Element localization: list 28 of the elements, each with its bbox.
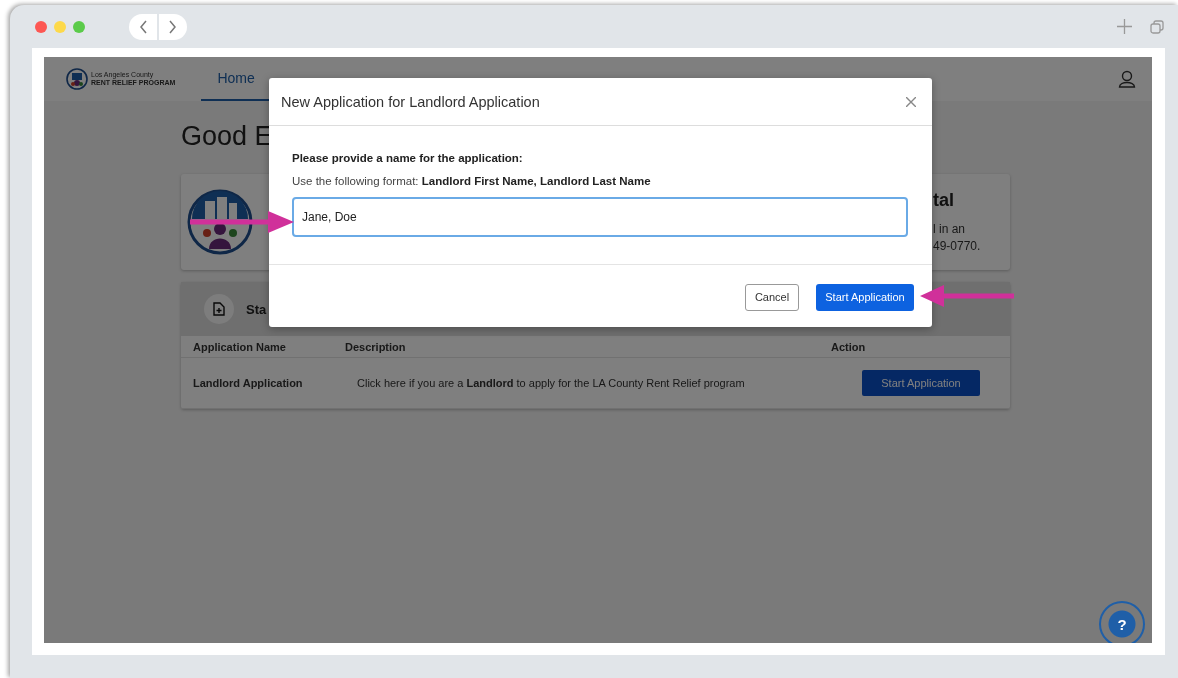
- logo-icon: [66, 68, 88, 90]
- table-cell-text: Landlord Application: [192, 377, 304, 389]
- program-logo-icon: [187, 189, 253, 255]
- plus-icon[interactable]: [1117, 19, 1132, 34]
- start-application-button[interactable]: Start Application: [816, 283, 914, 311]
- close-window-icon[interactable]: [35, 20, 47, 33]
- tabs-icon[interactable]: [1150, 19, 1164, 34]
- back-icon[interactable]: [139, 19, 149, 34]
- card-title: tal: [933, 189, 955, 211]
- column-header: Description: [345, 340, 407, 353]
- forward-icon[interactable]: [167, 19, 177, 34]
- field-label: Please provide a name for the application:: [292, 152, 524, 164]
- application-name-input[interactable]: Jane, Doe: [292, 197, 908, 237]
- card-text: l in an: [933, 220, 967, 238]
- format-hint: Use the following format: Landlord First Name, Landlord Last Name: [292, 175, 652, 187]
- user-icon[interactable]: [1118, 70, 1136, 88]
- maximize-window-icon[interactable]: [73, 20, 85, 33]
- help-button[interactable]: ?: [1099, 601, 1145, 643]
- modal-title: New Application for Landlord Application: [281, 93, 540, 110]
- card-text: 49-0770.: [933, 237, 982, 255]
- table-cell-text: Click here if you are a Landlord to apply for the LA County Rent Relief program: [357, 377, 746, 389]
- start-application-button[interactable]: Start Application: [862, 370, 980, 396]
- cancel-button[interactable]: Cancel: [745, 283, 799, 311]
- column-header: Application Name: [192, 340, 287, 353]
- new-document-icon: [204, 294, 234, 324]
- close-icon[interactable]: [906, 96, 916, 107]
- column-header: Action: [831, 340, 866, 353]
- card-title: Sta: [246, 301, 267, 317]
